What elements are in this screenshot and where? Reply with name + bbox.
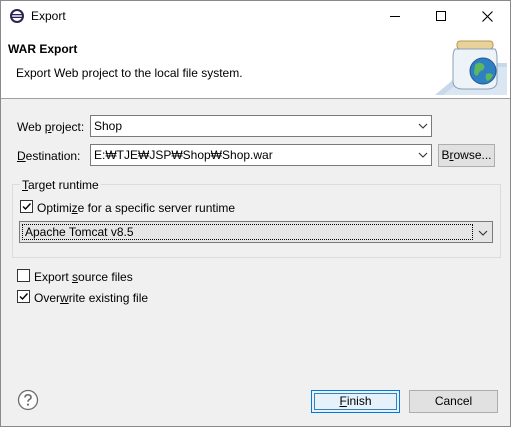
minimize-icon [390, 16, 400, 17]
minimize-button[interactable] [372, 1, 418, 31]
server-runtime-value: Apache Tomcat v8.5 [25, 225, 134, 239]
export-source-label[interactable]: Export source files [34, 270, 133, 284]
maximize-button[interactable] [418, 1, 464, 31]
label-part: rite existing file [68, 291, 149, 305]
label-part: estination: [25, 149, 81, 163]
cancel-button[interactable]: Cancel [409, 390, 498, 413]
overwrite-checkbox[interactable] [17, 290, 30, 303]
overwrite-label[interactable]: Overwrite existing file [34, 291, 148, 305]
mnemonic: w [60, 291, 69, 305]
label-part: e for a specific server runtime [77, 201, 236, 215]
maximize-icon [436, 11, 446, 21]
finish-button[interactable]: Finish [311, 390, 400, 413]
server-runtime-select[interactable]: Apache Tomcat v8.5 [19, 221, 493, 243]
wizard-title: WAR Export [8, 42, 78, 56]
eclipse-icon [9, 8, 25, 24]
target-runtime-title: Target runtime [20, 178, 101, 192]
label-part: B [441, 148, 450, 162]
close-icon [481, 10, 493, 22]
web-project-value: Shop [94, 119, 123, 133]
checkmark-icon [19, 293, 29, 301]
label-part: roject: [51, 120, 85, 134]
help-icon[interactable] [17, 389, 39, 411]
destination-combo[interactable]: E:₩TJE₩JSP₩Shop₩Shop.war [90, 144, 432, 166]
label-part: Optimi [37, 201, 72, 215]
focus-rect: Apache Tomcat v8.5 [22, 224, 473, 240]
web-project-combo[interactable]: Shop [90, 115, 432, 137]
optimize-checkbox[interactable] [20, 200, 33, 213]
destination-value: E:₩TJE₩JSP₩Shop₩Shop.war [94, 148, 273, 162]
web-project-label: Web project: [17, 120, 84, 134]
chevron-down-icon [418, 150, 428, 160]
mnemonic: D [17, 149, 26, 163]
close-button[interactable] [464, 1, 510, 31]
chevron-down-icon [418, 121, 428, 131]
jar-globe-icon [433, 33, 509, 97]
label-part: ource files [78, 270, 133, 284]
focus-rect [314, 393, 397, 410]
label-part: Web [17, 120, 45, 134]
export-dialog: Export WAR Export Export Web project to … [0, 0, 511, 427]
wizard-banner: WAR Export Export Web project to the loc… [1, 31, 510, 99]
title-bar: Export [1, 1, 510, 31]
destination-label: Destination: [17, 149, 80, 163]
window-title: Export [31, 9, 66, 23]
label-part: owse... [453, 148, 492, 162]
label-part: Over [34, 291, 61, 305]
wizard-description: Export Web project to the local file sys… [16, 66, 243, 80]
export-source-checkbox[interactable] [17, 269, 30, 282]
browse-button[interactable]: Browse... [438, 144, 495, 167]
label-part: arget runtime [28, 178, 99, 192]
checkmark-icon [22, 203, 32, 211]
optimize-label[interactable]: Optimize for a specific server runtime [37, 201, 235, 215]
label-part: Export [34, 270, 73, 284]
chevron-down-icon [478, 227, 488, 241]
